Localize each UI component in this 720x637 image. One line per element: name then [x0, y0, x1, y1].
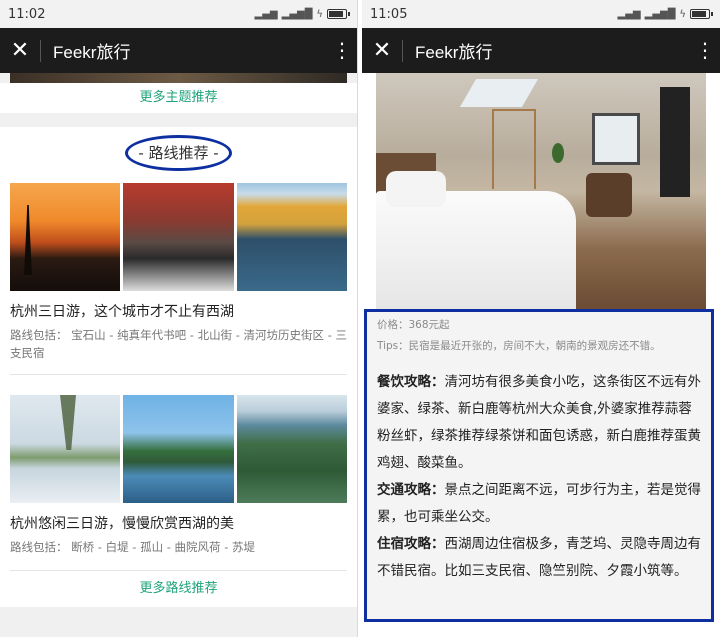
- clothes-rack: [492, 109, 536, 189]
- route-photo: [10, 395, 121, 503]
- route-section: - 路线推荐 - 杭州三日游，这个城市才不止有西湖 路线包括： 宝石山 - 纯真…: [0, 127, 357, 607]
- status-bar: 11:05 ▂▄▆ ▂▄▆█ ϟ: [362, 0, 720, 28]
- section-heading-wrap: - 路线推荐 -: [10, 135, 347, 177]
- food-guide: 餐饮攻略：清河坊有很多美食小吃，这条街区不远有外婆家、绿茶、新白鹿等杭州大众美食…: [377, 369, 703, 477]
- willow-silhouette: [60, 395, 76, 450]
- app-title: Feekr旅行: [415, 43, 493, 62]
- tips-text: Tips：民宿是最近开张的，房间不大，朝南的景观房还不错。: [377, 340, 661, 352]
- route-card[interactable]: 杭州悠闲三日游，慢慢欣赏西湖的美 路线包括： 断桥 - 白堤 - 孤山 - 曲院…: [10, 395, 347, 556]
- pagoda-silhouette: [24, 205, 32, 275]
- topic-image-partial: [10, 73, 347, 83]
- battery-icon: [690, 9, 713, 19]
- charging-icon: ϟ: [679, 8, 686, 20]
- left-screen: 11:02 ▂▄▆ ▂▄▆█ ϟ ✕ Feekr旅行 ⋮ 更多主题推荐 - 路线…: [0, 0, 358, 637]
- route-description: 路线包括： 断桥 - 白堤 - 孤山 - 曲院风荷 - 苏堤: [10, 540, 255, 554]
- price-text: 价格：368元起: [377, 319, 450, 331]
- route-card[interactable]: 杭州三日游，这个城市才不止有西湖 路线包括： 宝石山 - 纯真年代书吧 - 北山…: [10, 183, 347, 362]
- skylight: [459, 79, 539, 107]
- room-window: [592, 113, 640, 165]
- travel-guide-box: 价格：368元起 Tips：民宿是最近开张的，房间不大，朝南的景观房还不错。 餐…: [364, 309, 714, 622]
- route-title: 杭州三日游，这个城市才不止有西湖: [10, 304, 234, 320]
- title-bar: ✕ Feekr旅行 ⋮: [0, 28, 357, 73]
- battery-icon: [327, 9, 350, 19]
- status-time: 11:02: [8, 6, 46, 22]
- signal-icon: ▂▄▆: [617, 8, 641, 20]
- signal-icon: ▂▄▆█: [644, 8, 676, 20]
- status-bar: 11:02 ▂▄▆ ▂▄▆█ ϟ: [0, 0, 357, 28]
- status-icons: ▂▄▆ ▂▄▆█ ϟ: [617, 8, 713, 20]
- page-content: 更多主题推荐 - 路线推荐 - 杭州三日游，这个城市才不止有西湖 路线包括： 宝…: [0, 73, 357, 607]
- route-photo: [236, 395, 347, 503]
- bed: [376, 191, 576, 309]
- route-photo: [123, 395, 234, 503]
- signal-icon: ▂▄▆: [254, 8, 278, 20]
- stay-guide: 住宿攻略：西湖周边住宿极多，青芝坞、灵隐寺周边有不错民宿。比如三支民宿、隐竺别院…: [377, 531, 703, 585]
- title-divider: [402, 39, 403, 62]
- more-menu-button[interactable]: ⋮: [327, 28, 357, 73]
- app-title: Feekr旅行: [53, 43, 131, 62]
- status-icons: ▂▄▆ ▂▄▆█ ϟ: [254, 8, 350, 20]
- route-photo: [123, 183, 234, 291]
- title-divider: [40, 39, 41, 62]
- status-time: 11:05: [370, 6, 408, 22]
- hotel-room-photo: [376, 73, 706, 309]
- armchair: [586, 173, 632, 217]
- pillow: [386, 171, 446, 207]
- right-screen: 11:05 ▂▄▆ ▂▄▆█ ϟ ✕ Feekr旅行 ⋮ 价格：368元起 Ti…: [362, 0, 720, 637]
- divider: [10, 374, 347, 375]
- signal-icon: ▂▄▆█: [281, 8, 313, 20]
- potted-plant: [552, 143, 564, 163]
- route-description: 路线包括： 宝石山 - 纯真年代书吧 - 北山街 - 清河坊历史街区 - 三支民…: [10, 328, 347, 360]
- more-menu-button[interactable]: ⋮: [690, 28, 720, 73]
- route-title: 杭州悠闲三日游，慢慢欣赏西湖的美: [10, 516, 234, 532]
- stay-guide-label: 住宿攻略：: [377, 536, 445, 552]
- close-button[interactable]: ✕: [0, 28, 40, 73]
- food-guide-label: 餐饮攻略：: [377, 374, 445, 390]
- transport-guide: 交通攻略：景点之间距离不远，可步行为主，若是觉得累，也可乘坐公交。: [377, 477, 703, 531]
- close-button[interactable]: ✕: [362, 28, 402, 73]
- title-bar: ✕ Feekr旅行 ⋮: [362, 28, 720, 73]
- section-heading: - 路线推荐 -: [125, 135, 232, 171]
- more-topics-link[interactable]: 更多主题推荐: [0, 83, 357, 113]
- wall-tv: [660, 87, 690, 197]
- route-photo: [236, 183, 347, 291]
- route-photos: [10, 183, 347, 291]
- more-routes-link[interactable]: 更多路线推荐: [10, 571, 347, 607]
- route-photos: [10, 395, 347, 503]
- charging-icon: ϟ: [316, 8, 323, 20]
- transport-guide-label: 交通攻略：: [377, 482, 445, 498]
- route-photo: [10, 183, 121, 291]
